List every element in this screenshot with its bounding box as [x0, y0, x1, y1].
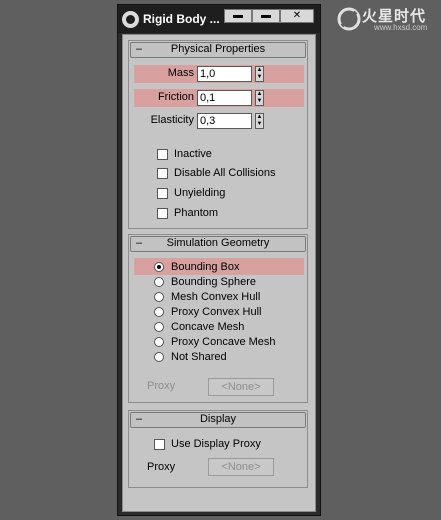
display-title: Display — [199, 413, 237, 425]
bounding-box-radio[interactable] — [154, 262, 164, 272]
phantom-checkbox[interactable] — [157, 208, 168, 219]
physical-properties-title: Physical Properties — [170, 43, 266, 55]
proxy-pick-button[interactable]: <None> — [208, 378, 274, 396]
display-proxy-pick-button[interactable]: <None> — [208, 458, 274, 476]
minimize-button[interactable]: ▬ — [224, 9, 252, 23]
bounding-sphere-radio[interactable] — [154, 277, 164, 287]
not-shared-label: Not Shared — [171, 351, 227, 363]
bounding-box-label: Bounding Box — [171, 261, 240, 273]
display-header[interactable]: – Display — [130, 412, 306, 428]
hxsd-logo-icon — [337, 7, 361, 31]
display-proxy-label: Proxy — [147, 461, 176, 473]
proxy-concave-mesh-label: Proxy Concave Mesh — [171, 336, 276, 348]
watermark-url: www.hxsd.com — [374, 23, 428, 32]
use-display-proxy-label: Use Display Proxy — [171, 438, 261, 450]
mesh-convex-hull-radio[interactable] — [154, 292, 164, 302]
elasticity-field[interactable]: 0,3 — [197, 113, 252, 129]
elasticity-spinner-arrows[interactable]: ▲ ▼ — [255, 113, 264, 129]
title-bar[interactable]: Rigid Body ... ▬ ▬ ✕ — [118, 5, 320, 33]
physical-properties-header[interactable]: – Physical Properties — [130, 42, 306, 58]
proxy-concave-mesh-radio[interactable] — [154, 337, 164, 347]
proxy-convex-hull-label: Proxy Convex Hull — [171, 306, 262, 318]
mass-label: Mass — [167, 67, 194, 79]
unyielding-label: Unyielding — [174, 187, 226, 199]
inactive-label: Inactive — [174, 148, 212, 160]
phantom-label: Phantom — [174, 207, 219, 219]
collapse-icon[interactable]: – — [136, 237, 142, 250]
proxy-convex-hull-radio[interactable] — [154, 307, 164, 317]
window-title: Rigid Body ... — [143, 12, 220, 26]
friction-field[interactable]: 0,1 — [197, 90, 252, 106]
not-shared-radio[interactable] — [154, 352, 164, 362]
bounding-sphere-label: Bounding Sphere — [171, 276, 257, 288]
friction-spinner-arrows[interactable]: ▲ ▼ — [255, 90, 264, 106]
disable-all-collisions-checkbox[interactable] — [157, 168, 168, 179]
close-button[interactable]: ✕ — [280, 9, 314, 23]
watermark: 火星时代 www.hxsd.com — [336, 4, 436, 34]
maximize-button[interactable]: ▬ — [252, 9, 280, 23]
use-display-proxy-checkbox[interactable] — [154, 439, 165, 450]
concave-mesh-label: Concave Mesh — [171, 321, 245, 333]
proxy-label: Proxy — [147, 380, 176, 392]
disable-all-collisions-label: Disable All Collisions — [174, 167, 276, 179]
mass-spinner-arrows[interactable]: ▲ ▼ — [255, 66, 264, 82]
simulation-geometry-header[interactable]: – Simulation Geometry — [130, 236, 306, 252]
friction-label: Friction — [157, 91, 194, 103]
simulation-geometry-title: Simulation Geometry — [166, 237, 270, 249]
elasticity-label: Elasticity — [150, 114, 194, 126]
concave-mesh-radio[interactable] — [154, 322, 164, 332]
collapse-icon[interactable]: – — [136, 43, 142, 56]
collapse-icon[interactable]: – — [136, 413, 142, 426]
mass-field[interactable]: 1,0 — [197, 66, 252, 82]
mesh-convex-hull-label: Mesh Convex Hull — [171, 291, 261, 303]
app-icon — [122, 11, 139, 28]
inactive-checkbox[interactable] — [157, 149, 168, 160]
unyielding-checkbox[interactable] — [157, 188, 168, 199]
